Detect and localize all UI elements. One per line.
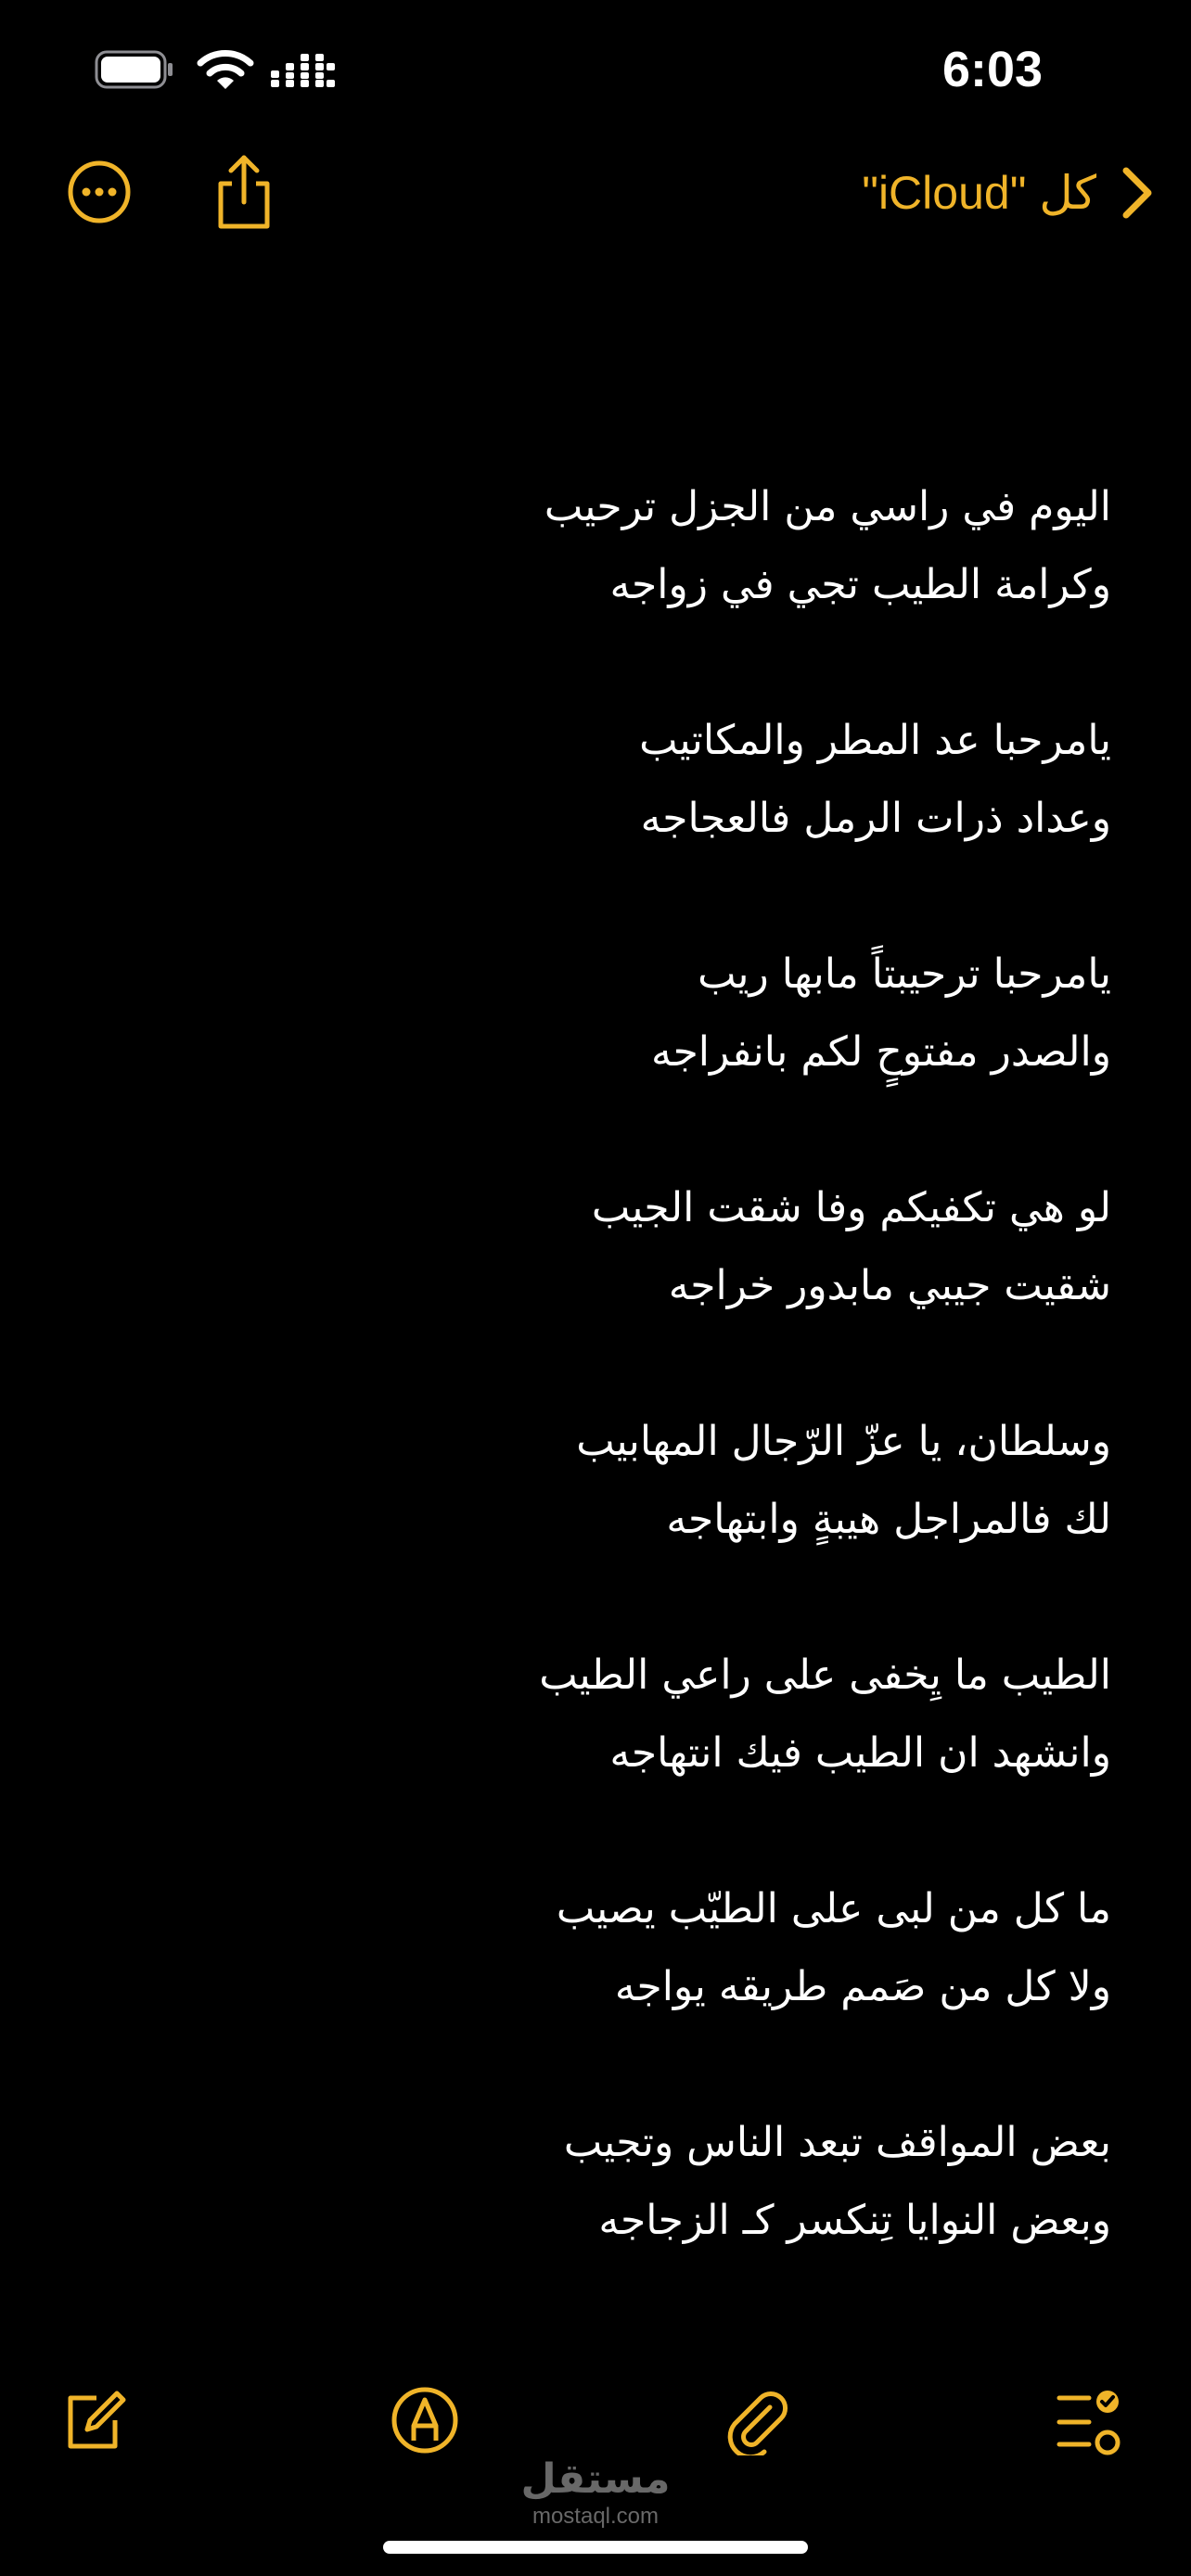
watermark-domain: mostaql.com [531, 2504, 660, 2529]
verse-line: وكرامة الطيب تجي في زواجه [609, 561, 1111, 608]
share-icon [218, 155, 270, 229]
stanza: ما كل من لبى على الطيّب يصيب ولا كل من ص… [91, 1870, 1111, 2026]
navigation-bar: كل "iCloud" [0, 139, 1191, 260]
stanza: يامرحبا ترحيبتاً مابها ريب والصدر مفتوحٍ… [91, 936, 1111, 1091]
share-button[interactable] [211, 152, 276, 232]
verse-line: شقيت جيبي مابدور خراجه [668, 1262, 1111, 1309]
stanza: يامرحبا عد المطر والمكاتيب وعداد ذرات ال… [91, 702, 1111, 858]
stanza: بعض المواقف تبعد الناس وتجيب وبعض النواي… [91, 2104, 1111, 2260]
chevron-right-icon [1122, 167, 1152, 219]
verse-line: وانشهد ان الطيب فيك انتهاجه [609, 1729, 1111, 1777]
watermark: مستقل mostaql.com [503, 2455, 688, 2539]
markup-button[interactable] [390, 2385, 460, 2455]
stanza: اليوم في راسي من الجزل ترحيب وكرامة الطي… [91, 468, 1111, 624]
note-body[interactable]: اليوم في راسي من الجزل ترحيب وكرامة الطي… [91, 468, 1111, 2338]
bottom-toolbar [0, 2374, 1191, 2467]
markup-icon [391, 2387, 458, 2454]
checklist-icon [1057, 2391, 1121, 2455]
verse-line: يامرحبا عد المطر والمكاتيب [639, 717, 1111, 764]
verse-line: لك فالمراجل هيبةٍ وابتهاجه [666, 1496, 1111, 1543]
attachment-button[interactable] [722, 2385, 792, 2455]
signal-icon [271, 54, 335, 87]
home-indicator[interactable] [383, 2541, 808, 2554]
status-bar: 6:03 [0, 0, 1191, 139]
status-time: 6:03 [941, 42, 1044, 97]
watermark-logo: مستقل [520, 2455, 671, 2503]
verse-line: وسلطان، يا عزّ الرّجال المهابيب [576, 1418, 1111, 1465]
verse-line: ولا كل من صَمم طريقه يواجه [614, 1963, 1111, 2010]
stanza: وسلطان، يا عزّ الرّجال المهابيب لك فالمر… [91, 1403, 1111, 1559]
verse-line: وبعض النوايا تِنكسر كـ الزجاجه [598, 2197, 1111, 2244]
stanza: لو هي تكفيكم وفا شقت الجيب شقيت جيبي ماب… [91, 1169, 1111, 1325]
verse-line: ما كل من لبى على الطيّب يصيب [556, 1885, 1111, 1932]
back-label: كل "iCloud" [862, 167, 1096, 219]
more-button[interactable] [67, 159, 132, 224]
compose-icon [68, 2391, 126, 2449]
verse-line: اليوم في راسي من الجزل ترحيب [544, 483, 1111, 530]
back-button[interactable]: كل "iCloud" [862, 158, 1154, 228]
verse-line: وعداد ذرات الرمل فالعجاجه [640, 795, 1111, 842]
battery-icon [95, 50, 173, 89]
verse-line: الطيب ما يِخفى على راعي الطيب [539, 1651, 1111, 1699]
verse-line: والصدر مفتوحٍ لكم بانفراجه [650, 1028, 1111, 1076]
verse-line: لو هي تكفيكم وفا شقت الجيب [591, 1184, 1111, 1231]
stanza: الطيب ما يِخفى على راعي الطيب وانشهد ان … [91, 1637, 1111, 1792]
verse-line: يامرحبا ترحيبتاً مابها ريب [698, 950, 1111, 998]
more-icon [68, 160, 131, 223]
wifi-icon [197, 50, 254, 89]
checklist-button[interactable] [1052, 2385, 1122, 2455]
attachment-icon [727, 2391, 788, 2455]
compose-button[interactable] [59, 2385, 130, 2455]
verse-line: بعض المواقف تبعد الناس وتجيب [563, 2119, 1111, 2166]
